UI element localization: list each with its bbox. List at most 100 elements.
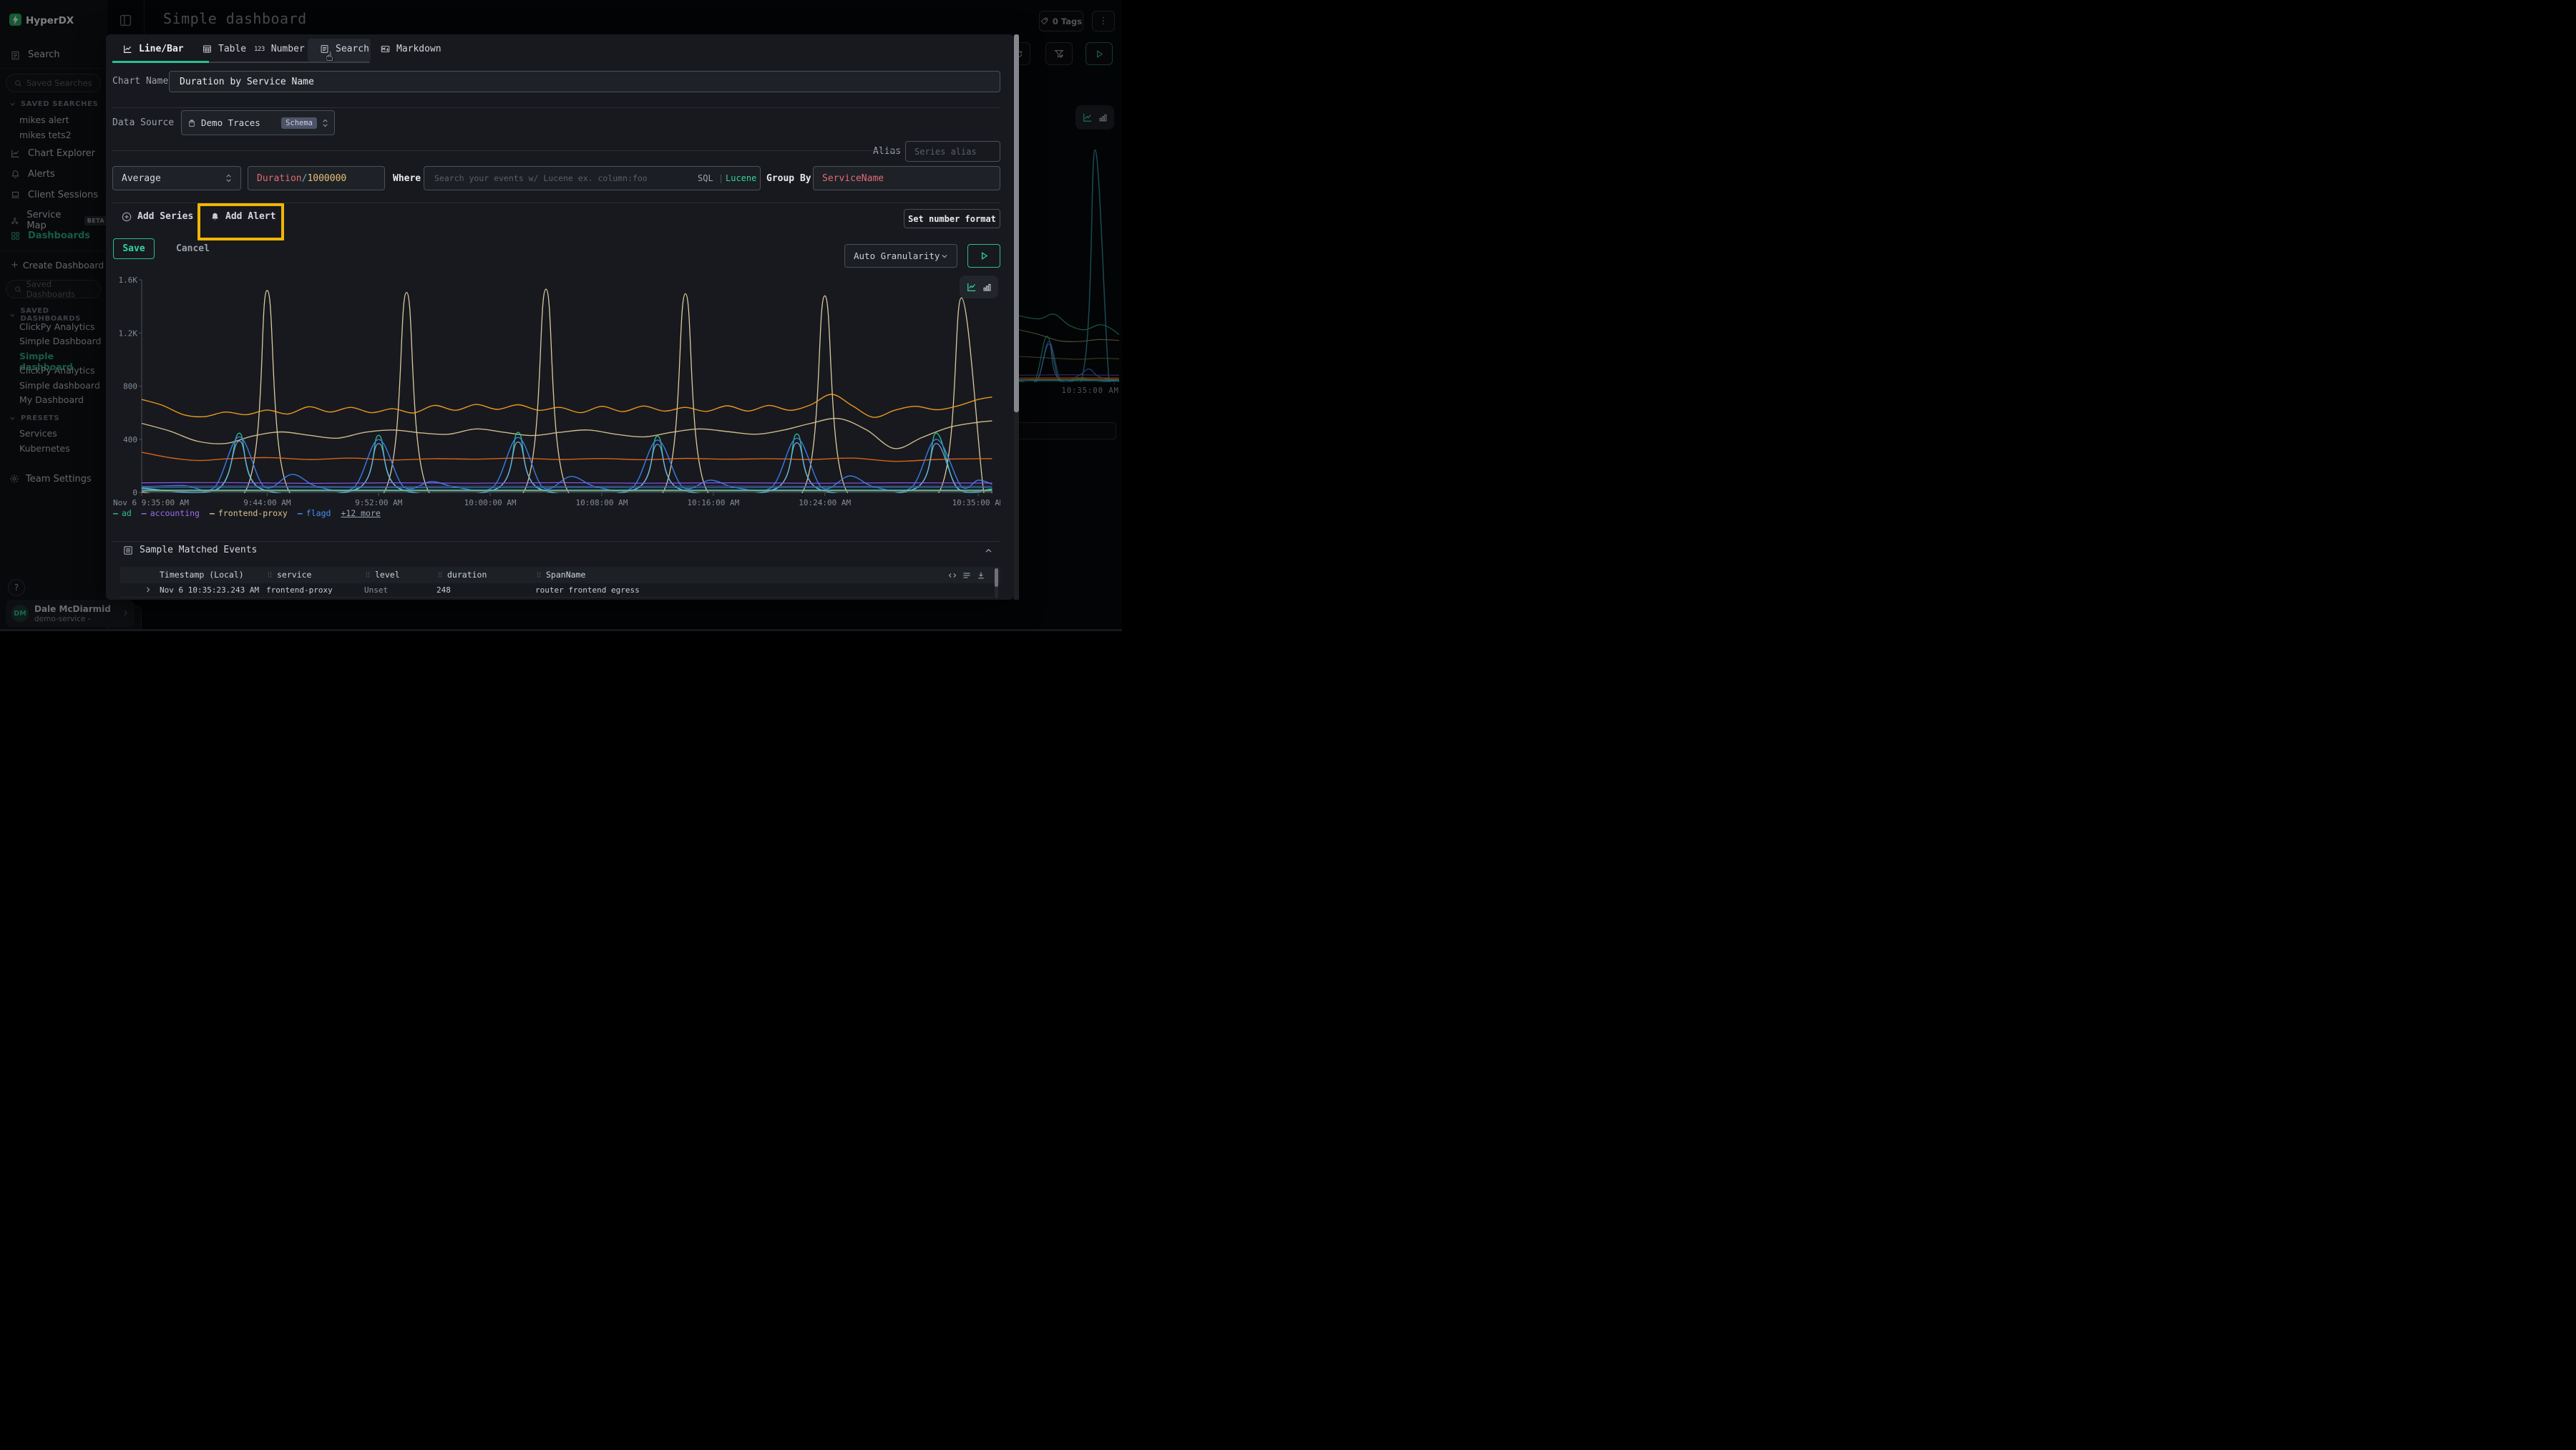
events-list-icon (123, 545, 133, 555)
table-cell: frontend-proxy (266, 599, 333, 600)
table-cell: Nov 6 10:35:23.243 AM (160, 599, 259, 600)
row-density-icon[interactable] (962, 571, 971, 580)
column-header-timestamp-local-[interactable]: Timestamp (Local) (160, 570, 244, 580)
divider (112, 107, 1000, 108)
field-token: 1000000 (307, 173, 346, 184)
chevrons-updown-icon (322, 119, 328, 127)
drag-handle-icon (364, 570, 371, 579)
legend-swatch: — (142, 508, 147, 518)
tab-label: Number (271, 44, 305, 54)
x-axis-tick-label: 10:24:00 AM (799, 498, 851, 507)
legend-swatch: — (210, 508, 215, 518)
table-cell: Nov 6 10:35:23.243 AM (160, 585, 259, 595)
data-source-select[interactable]: Demo Traces Schema (181, 110, 335, 135)
legend-entry-flagd[interactable]: —flagd (298, 508, 331, 518)
code-view-icon[interactable] (948, 571, 957, 580)
where-label: Where (393, 173, 421, 184)
chevron-down-icon (941, 253, 948, 260)
column-label: SpanName (546, 570, 585, 580)
column-label: service (277, 570, 311, 580)
schema-badge[interactable]: Schema (281, 117, 317, 129)
cancel-button[interactable]: Cancel (176, 243, 210, 254)
x-axis-tick-label: 10:35:00 AM (952, 498, 1000, 507)
group-by-input[interactable]: ServiceName (813, 166, 1000, 190)
table-cell: 248 (436, 599, 451, 600)
table-icon (203, 44, 212, 54)
legend-more-button[interactable]: +12 more (341, 508, 380, 518)
mode-separator: | (718, 173, 723, 183)
chart-name-label: Chart Name (112, 76, 168, 87)
tab-number[interactable]: 123 Number (254, 44, 305, 54)
plus-circle-icon (122, 212, 132, 222)
aggregation-select[interactable]: Average (112, 166, 241, 190)
x-axis-tick-label: 10:00:00 AM (464, 498, 517, 507)
column-header-level[interactable]: level (364, 570, 400, 580)
lucene-mode-toggle[interactable]: Lucene (726, 173, 756, 183)
expand-row-icon[interactable] (145, 586, 152, 593)
column-header-spanname[interactable]: SpanName (535, 570, 585, 580)
legend-label: frontend-proxy (218, 508, 288, 518)
table-row[interactable]: Nov 6 10:35:23.243 AM frontend-proxy Unset… (120, 583, 993, 598)
sample-events-table: Timestamp (Local) service level duration Spa… (120, 567, 1000, 600)
drag-handle-icon (266, 570, 273, 579)
x-axis-tick-label: 9:52:00 AM (355, 498, 403, 507)
legend-entry-frontend-proxy[interactable]: —frontend-proxy (210, 508, 288, 518)
add-series-button[interactable]: Add Series (122, 211, 193, 222)
chart-line-icon (123, 44, 132, 54)
table-cell: 248 (436, 585, 451, 595)
column-header-duration[interactable]: duration (436, 570, 487, 580)
table-scrollbar-thumb[interactable] (995, 568, 998, 587)
y-axis-tick-label: 1.2K (119, 329, 138, 338)
tab-markdown[interactable]: Markdown (381, 44, 441, 54)
y-axis-tick-label: 800 (123, 382, 137, 391)
field-expression-value: Duration/1000000 (257, 173, 346, 184)
tab-label: Markdown (396, 44, 441, 54)
table-cell: frontend-proxy (266, 585, 333, 595)
modal-scrollbar-thumb[interactable] (1014, 34, 1019, 412)
set-number-format-button[interactable]: Set number format (904, 209, 1000, 228)
tab-label: Table (218, 44, 246, 54)
edit-chart-modal: Line/Bar Table 123 Number Search Markdown Cha… (106, 34, 1014, 600)
table-row[interactable]: Nov 6 10:35:23.243 AM frontend-proxy Unset… (120, 597, 993, 600)
y-axis-tick-label: 0 (132, 488, 137, 497)
download-icon[interactable] (977, 571, 985, 580)
chart-legend: —ad—accounting—frontend-proxy—flagd+12 m… (113, 508, 381, 518)
x-axis-tick-label: 9:44:00 AM (243, 498, 291, 507)
table-cell: Unset (364, 599, 388, 600)
data-source-label: Data Source (112, 117, 174, 128)
run-chart-button[interactable] (967, 244, 1000, 268)
tab-label: Line/Bar (139, 44, 184, 54)
alias-value[interactable] (913, 146, 992, 157)
tab-label: Search (336, 44, 369, 54)
column-label: level (375, 570, 400, 580)
y-axis-tick-label: 1.6K (119, 276, 138, 285)
x-axis-tick-label: Nov 6 9:35:00 AM (113, 498, 189, 507)
legend-entry-accounting[interactable]: —accounting (142, 508, 200, 518)
add-alert-highlight-box (197, 203, 284, 240)
save-button[interactable]: Save (113, 238, 155, 259)
chart-name-input[interactable] (169, 71, 1000, 92)
granularity-select[interactable]: Auto Granularity (844, 244, 957, 268)
chart-name-value[interactable] (178, 76, 991, 88)
alias-input[interactable] (905, 141, 1000, 162)
column-label: duration (447, 570, 487, 580)
tab-underline-track (209, 62, 370, 63)
data-source-value: Demo Traces (201, 117, 276, 128)
legend-entry-ad[interactable]: —ad (113, 508, 132, 518)
column-header-service[interactable]: service (266, 570, 311, 580)
column-label: Timestamp (Local) (160, 570, 244, 580)
table-cell: router frontend egress (535, 585, 640, 595)
legend-label: flagd (306, 508, 331, 518)
tab-linebar[interactable]: Line/Bar (123, 44, 184, 54)
number-icon: 123 (254, 46, 265, 53)
collapse-section-icon[interactable] (985, 547, 992, 555)
sql-mode-toggle[interactable]: SQL (698, 173, 713, 183)
drag-handle-icon (436, 570, 444, 579)
table-cell: Unset (364, 585, 388, 595)
chevrons-updown-icon (225, 174, 232, 183)
markdown-icon (381, 44, 390, 54)
group-by-value: ServiceName (822, 173, 884, 184)
active-tab-underline (112, 61, 209, 63)
tab-table[interactable]: Table (203, 44, 246, 54)
field-expression-input[interactable]: Duration/1000000 (248, 166, 385, 190)
